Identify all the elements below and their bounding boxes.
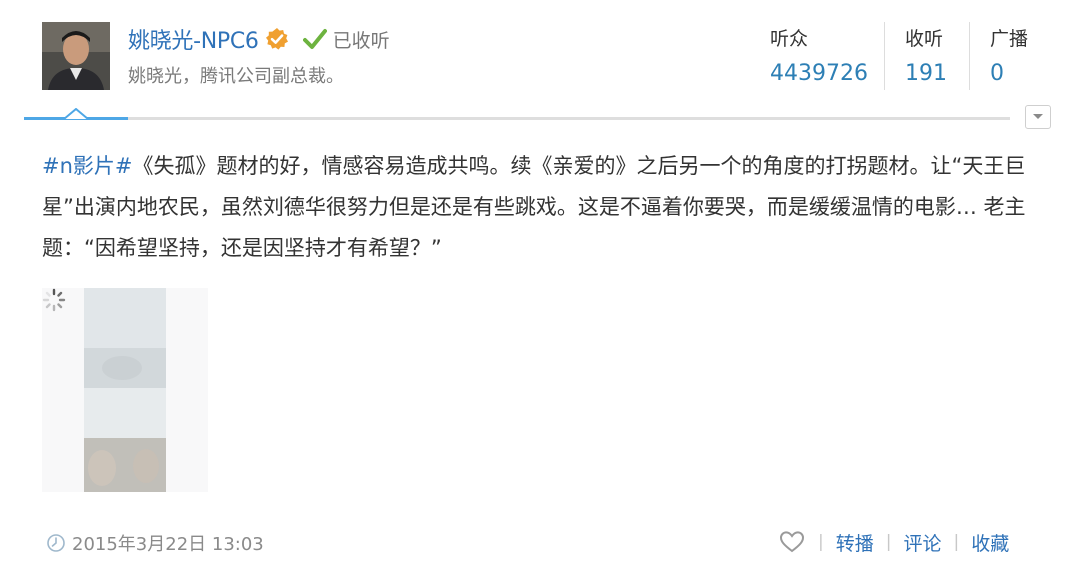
divider-notch xyxy=(64,108,88,120)
spinner-icon xyxy=(42,288,66,312)
user-name[interactable]: 姚晓光-NPC6 xyxy=(128,23,259,55)
stat-label: 广播 xyxy=(990,28,1029,50)
check-icon xyxy=(302,29,327,49)
user-title: 姚晓光，腾讯公司副总裁。 xyxy=(128,66,344,87)
repost-button[interactable]: 转播 xyxy=(836,529,874,556)
timestamp-text: 2015年3月22日 13:03 xyxy=(72,534,264,555)
stat-value: 191 xyxy=(905,61,947,86)
action-separator: | xyxy=(818,532,824,552)
comment-button[interactable]: 评论 xyxy=(903,529,941,556)
stat-value: 4439726 xyxy=(770,61,868,86)
stat-broadcasts[interactable]: 广播 0 xyxy=(970,22,1030,90)
heart-icon[interactable] xyxy=(778,530,806,554)
action-separator: | xyxy=(885,532,892,552)
header-divider xyxy=(24,117,1010,120)
expand-button[interactable] xyxy=(1025,105,1051,129)
follow-status[interactable]: 已收听 xyxy=(302,26,390,53)
verified-badge-icon xyxy=(265,27,289,51)
stat-listeners[interactable]: 听众 4439726 xyxy=(756,22,884,90)
stat-label: 收听 xyxy=(905,28,944,50)
stat-label: 听众 xyxy=(770,28,809,50)
favorite-button[interactable]: 收藏 xyxy=(971,529,1009,556)
user-stats: 听众 4439726 收听 191 广播 0 xyxy=(756,22,1030,92)
clock-icon xyxy=(47,534,65,552)
chevron-down-icon xyxy=(1033,114,1043,119)
stat-following[interactable]: 收听 191 xyxy=(885,22,969,90)
post-timestamp[interactable]: 2015年3月22日 13:03 xyxy=(46,530,264,556)
hashtag-link[interactable]: #n影片# xyxy=(42,154,133,178)
follow-status-label: 已收听 xyxy=(332,29,390,52)
user-header: 姚晓光-NPC6 已收听 xyxy=(128,24,390,54)
post-text: #n影片#《失孤》题材的好，情感容易造成共鸣。续《亲爱的》之后另一个的角度的打拐… xyxy=(42,146,1042,269)
post-actions: | 转播 | 评论 | 收藏 xyxy=(778,528,1009,556)
post-body: 《失孤》题材的好，情感容易造成共鸣。续《亲爱的》之后另一个的角度的打拐题材。让“… xyxy=(42,154,1026,260)
stat-value: 0 xyxy=(990,61,1004,86)
post-image[interactable] xyxy=(42,288,208,492)
action-separator: | xyxy=(953,532,960,552)
avatar[interactable] xyxy=(42,22,110,90)
